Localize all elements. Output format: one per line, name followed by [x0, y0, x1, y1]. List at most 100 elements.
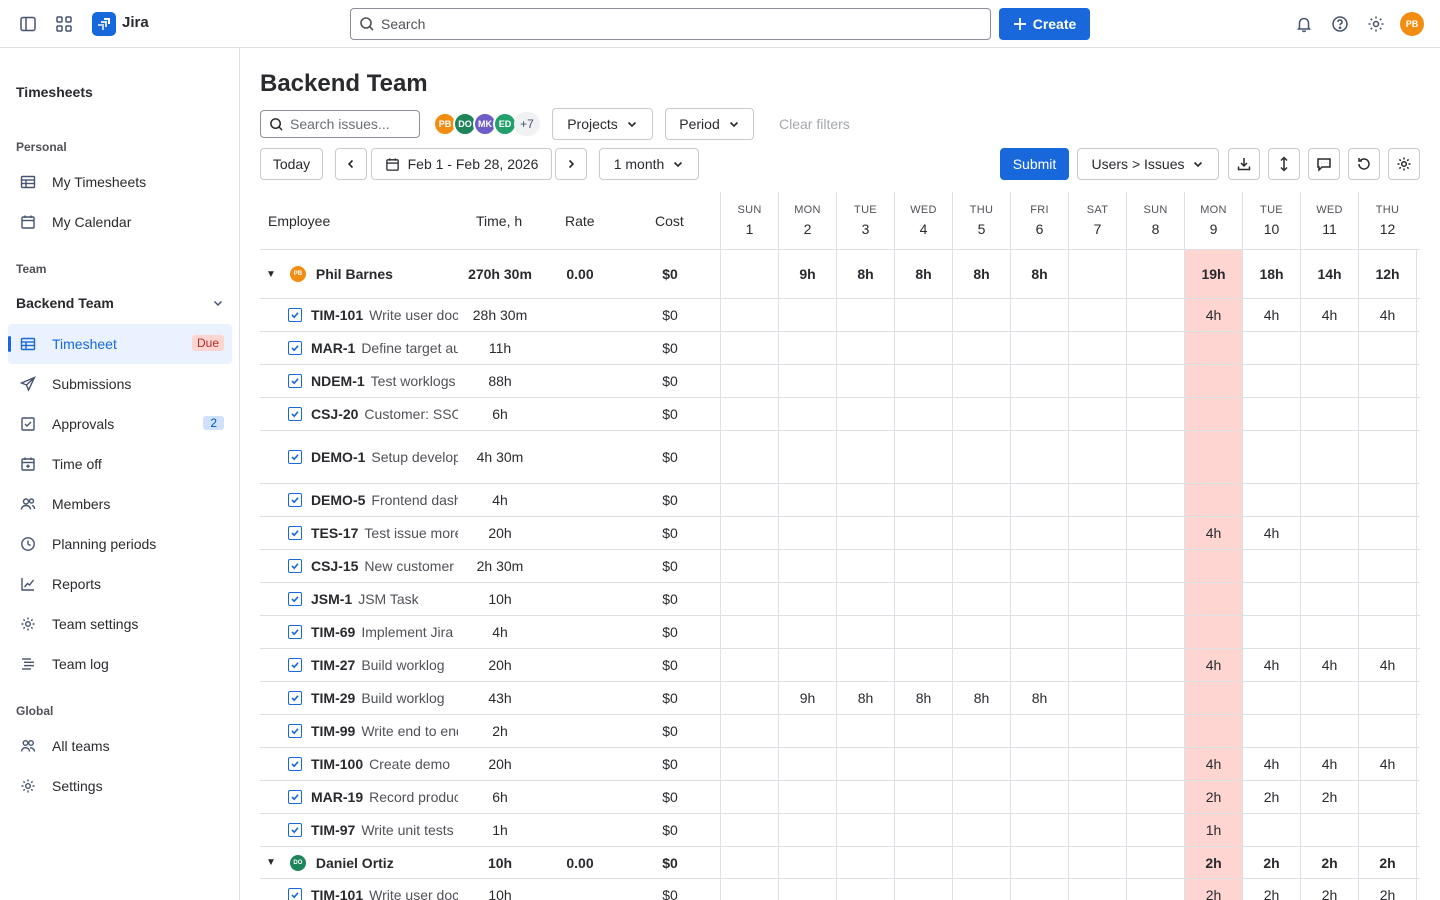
day-time-cell[interactable]: [1126, 431, 1184, 483]
day-time-cell[interactable]: [1242, 616, 1300, 648]
day-time-cell[interactable]: [836, 781, 894, 813]
day-time-cell[interactable]: [894, 814, 952, 846]
day-time-cell[interactable]: [720, 583, 778, 615]
day-time-cell[interactable]: [778, 583, 836, 615]
day-time-cell[interactable]: 2h: [1242, 847, 1300, 878]
day-time-cell[interactable]: [720, 398, 778, 430]
day-time-cell[interactable]: [1068, 550, 1126, 582]
day-time-cell[interactable]: [720, 550, 778, 582]
global-search[interactable]: [350, 8, 991, 40]
day-time-cell[interactable]: [952, 748, 1010, 780]
day-time-cell[interactable]: [1126, 517, 1184, 549]
day-time-cell[interactable]: [1010, 748, 1068, 780]
expand-rows-button[interactable]: [1268, 148, 1300, 180]
search-issues-input[interactable]: [290, 116, 410, 132]
issue-summary[interactable]: Write unit tests: [361, 822, 458, 838]
issue-key[interactable]: TIM-69: [311, 624, 355, 640]
issue-row[interactable]: TIM-99 Write end to end 2h $0: [260, 715, 1420, 748]
day-time-cell[interactable]: [1358, 814, 1416, 846]
day-time-cell[interactable]: [1300, 431, 1358, 483]
day-time-cell[interactable]: [1068, 748, 1126, 780]
day-time-cell[interactable]: [1010, 550, 1068, 582]
day-time-cell[interactable]: [778, 616, 836, 648]
day-time-cell[interactable]: [1010, 484, 1068, 516]
day-time-cell[interactable]: [1068, 847, 1126, 878]
day-time-cell[interactable]: [836, 517, 894, 549]
day-time-cell[interactable]: [1300, 484, 1358, 516]
period-filter[interactable]: Period: [665, 108, 754, 140]
app-switcher-icon[interactable]: [52, 12, 76, 36]
issue-row[interactable]: MAR-1 Define target audience 11h $0: [260, 332, 1420, 365]
day-time-cell[interactable]: [894, 550, 952, 582]
sidebar-item-approvals[interactable]: Approvals 2: [8, 404, 232, 444]
day-time-cell[interactable]: [894, 299, 952, 331]
day-time-cell[interactable]: [778, 517, 836, 549]
issue-key[interactable]: TIM-100: [311, 756, 363, 772]
day-time-cell[interactable]: 19h: [1184, 250, 1242, 298]
day-time-cell[interactable]: [894, 583, 952, 615]
day-time-cell[interactable]: 8h: [1010, 250, 1068, 298]
day-time-cell[interactable]: [1358, 332, 1416, 364]
day-time-cell[interactable]: [1126, 814, 1184, 846]
day-time-cell[interactable]: [778, 847, 836, 878]
issue-key[interactable]: TES-17: [311, 525, 358, 541]
day-time-cell[interactable]: [1068, 583, 1126, 615]
employee-group-row[interactable]: ▼ PB Phil Barnes 270h 30m 0.00 $0 9h 8h 8h 8h 8h 19…: [260, 250, 1420, 299]
day-time-cell[interactable]: 4h: [1358, 649, 1416, 681]
day-time-cell[interactable]: 4h: [1184, 517, 1242, 549]
day-time-cell[interactable]: [1010, 299, 1068, 331]
day-time-cell[interactable]: [778, 879, 836, 900]
day-time-cell[interactable]: [1184, 616, 1242, 648]
day-time-cell[interactable]: [894, 398, 952, 430]
day-time-cell[interactable]: [778, 365, 836, 397]
day-time-cell[interactable]: [1242, 431, 1300, 483]
day-time-cell[interactable]: [1126, 748, 1184, 780]
day-time-cell[interactable]: [952, 517, 1010, 549]
day-time-cell[interactable]: [894, 748, 952, 780]
day-time-cell[interactable]: [1126, 715, 1184, 747]
day-time-cell[interactable]: [1068, 781, 1126, 813]
issue-row[interactable]: NDEM-1 Test worklogs 88h $0: [260, 365, 1420, 398]
day-time-cell[interactable]: [894, 649, 952, 681]
day-time-cell[interactable]: [1010, 879, 1068, 900]
day-time-cell[interactable]: [1068, 332, 1126, 364]
day-time-cell[interactable]: [1184, 682, 1242, 714]
day-time-cell[interactable]: [720, 814, 778, 846]
sidebar-item-my-timesheets[interactable]: My Timesheets: [8, 162, 232, 202]
issue-summary[interactable]: Build worklog: [361, 690, 458, 706]
day-time-cell[interactable]: [1300, 583, 1358, 615]
day-time-cell[interactable]: [1068, 682, 1126, 714]
day-time-cell[interactable]: [778, 649, 836, 681]
day-time-cell[interactable]: 12h: [1358, 250, 1416, 298]
day-time-cell[interactable]: [778, 814, 836, 846]
employee-name[interactable]: Daniel Ortiz: [316, 855, 394, 871]
day-time-cell[interactable]: [952, 398, 1010, 430]
day-time-cell[interactable]: [720, 879, 778, 900]
day-time-cell[interactable]: [778, 748, 836, 780]
day-time-cell[interactable]: 4h: [1358, 299, 1416, 331]
issue-summary[interactable]: Test worklogs: [371, 373, 458, 389]
day-time-cell[interactable]: 4h: [1358, 748, 1416, 780]
sidebar-item-settings[interactable]: Settings: [8, 766, 232, 806]
day-time-cell[interactable]: [952, 814, 1010, 846]
grouping-select[interactable]: Users > Issues: [1077, 148, 1219, 180]
create-button[interactable]: Create: [999, 8, 1090, 40]
issue-summary[interactable]: Write user docs: [369, 887, 458, 900]
day-time-cell[interactable]: [1010, 715, 1068, 747]
day-time-cell[interactable]: [1010, 781, 1068, 813]
issue-row[interactable]: TES-17 Test issue more 20h $0 4h 4h: [260, 517, 1420, 550]
day-time-cell[interactable]: [778, 431, 836, 483]
day-time-cell[interactable]: [778, 484, 836, 516]
more-members-badge[interactable]: +7: [514, 112, 540, 136]
day-time-cell[interactable]: [1184, 583, 1242, 615]
date-range-picker[interactable]: Feb 1 - Feb 28, 2026: [371, 148, 552, 180]
sidebar-toggle-icon[interactable]: [16, 12, 40, 36]
day-time-cell[interactable]: [894, 847, 952, 878]
day-time-cell[interactable]: [1126, 398, 1184, 430]
day-time-cell[interactable]: [894, 517, 952, 549]
day-time-cell[interactable]: [1300, 682, 1358, 714]
issue-row[interactable]: TIM-101 Write user docs 28h 30m $0 4h 4h 4h 4h: [260, 299, 1420, 332]
day-time-cell[interactable]: [720, 431, 778, 483]
day-time-cell[interactable]: [1010, 365, 1068, 397]
jira-logo-icon[interactable]: [92, 12, 116, 36]
